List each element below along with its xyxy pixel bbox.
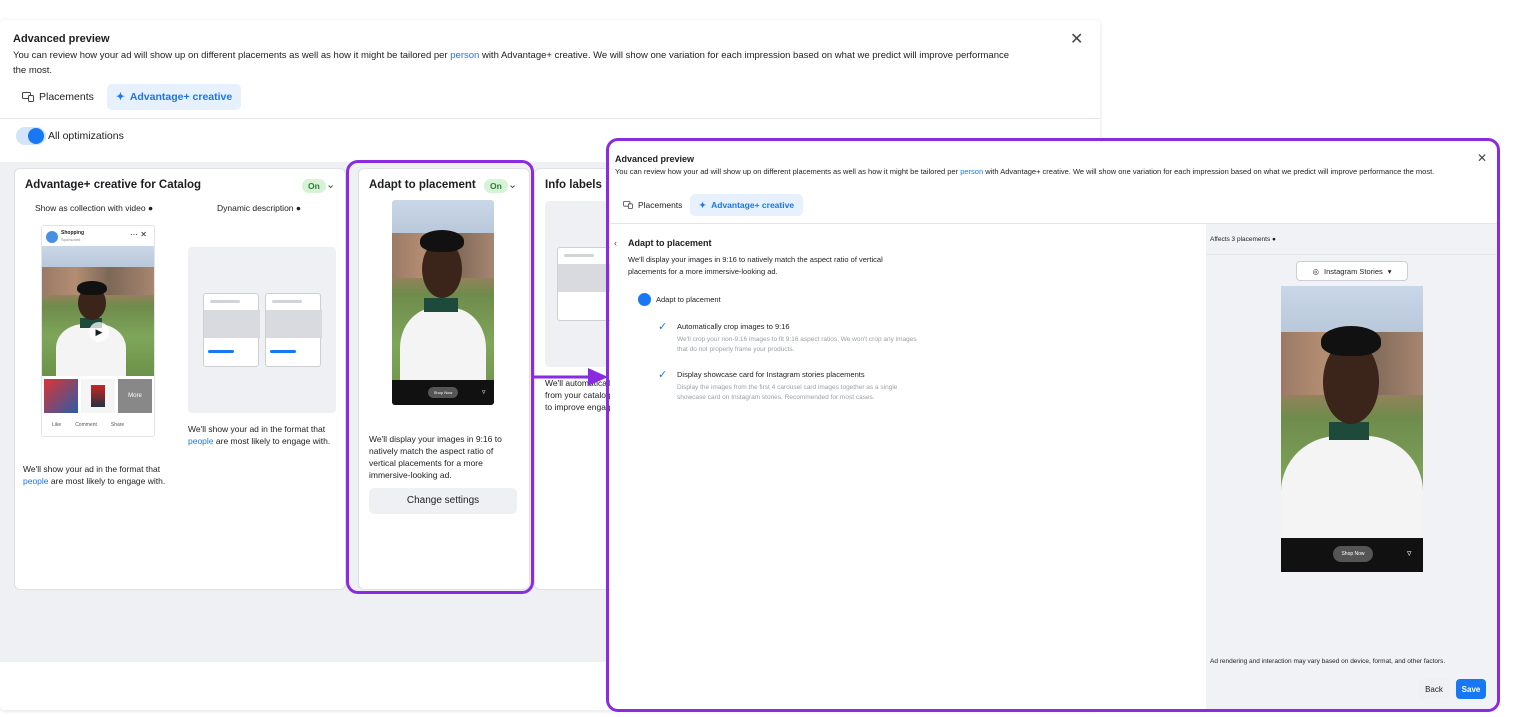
option-sub: We'll crop your non-9:16 images to fit 9… [677,336,917,353]
tab-label: Placements [39,91,94,103]
placements-icon [623,201,633,209]
reaction-share[interactable]: Share [111,422,124,428]
product-video: ▶ [42,246,154,376]
placement-select[interactable]: ◎ Instagram Stories ▾ [1296,261,1408,281]
sponsor-name: Shopping [61,230,85,236]
instagram-icon: ◎ [1312,266,1319,276]
status-badge: On [302,179,326,193]
product-tile-more: More [118,379,152,413]
divider [0,118,1100,119]
preview-pane: Affects 3 placements ● ◎ Instagram Stori… [1206,224,1497,709]
tab-advantage-creative[interactable]: ✦ Advantage+ creative [107,84,242,110]
checkbox-crop[interactable]: ✓ [658,320,667,333]
affects-label: Affects 3 placements ● [1210,236,1276,243]
more-icon: ⋯ ✕ [130,230,147,239]
radio-label: Adapt to placement [656,295,721,304]
card-title: Info labels [545,179,602,191]
info-icon: ● [295,203,302,213]
caret-down-icon: ▾ [1387,266,1392,276]
avatar [46,231,58,243]
shop-now-button[interactable]: Shop Now [1333,546,1373,562]
section-title: Adapt to placement [628,238,712,248]
advanced-preview-dialog: Advanced preview You can review how your… [610,142,1497,709]
play-icon[interactable]: ▶ [89,322,109,342]
divider [1206,254,1497,255]
person-link[interactable]: person [450,50,479,61]
card-description: We'll show your ad in the format that pe… [188,424,331,446]
radio-selected[interactable] [638,293,651,306]
tab-placements[interactable]: Placements [614,194,691,216]
back-button[interactable]: Back [1418,679,1450,699]
collection-preview: Shopping Sponsored ⋯ ✕ ▶ More Like Comme… [41,225,155,437]
panel-title: Advanced preview [13,33,110,45]
panel-description: You can review how your ad will show up … [13,50,1010,76]
arrow-icon [532,368,608,386]
dynamic-description-preview [188,247,336,413]
checkbox-showcase[interactable]: ✓ [658,368,667,381]
all-optimizations-toggle[interactable] [16,127,46,145]
save-button[interactable]: Save [1456,679,1486,699]
send-icon: ▿ [1407,548,1412,558]
tab-advantage-creative[interactable]: ✦ Advantage+ creative [690,194,804,216]
reactions-bar: Like Comment Share [52,422,124,428]
column-label: Show as collection with video ● [35,203,154,213]
product-tile [44,379,78,413]
reaction-like[interactable]: Like [52,422,61,428]
catalog-card: Advantage+ creative for Catalog On ⌄ Sho… [14,168,346,590]
placement-select-value: Instagram Stories [1324,266,1383,276]
tab-label: Placements [638,200,683,210]
tab-label: Advantage+ creative [711,200,795,210]
back-chevron-icon[interactable]: ‹ [614,238,617,248]
story-preview: Shop Now ▿ [1281,286,1423,572]
option-label: Display showcase card for Instagram stor… [677,370,865,379]
placements-icon [22,92,34,102]
close-icon[interactable]: ✕ [1070,32,1083,48]
option-label: Automatically crop images to 9:16 [677,322,790,331]
dialog-description: You can review how your ad will show up … [615,167,1435,176]
column-label: Dynamic description ● [217,203,302,213]
sponsor-sub: Sponsored [61,237,81,242]
option-sub: Display the images from the first 4 caro… [677,384,898,401]
tab-placements[interactable]: Placements [13,84,103,110]
reaction-comment[interactable]: Comment [75,422,97,428]
tab-label: Advantage+ creative [129,91,233,103]
card-title: Advantage+ creative for Catalog [25,179,202,191]
info-icon: ● [147,203,154,213]
sparkle-icon: ✦ [699,199,707,210]
dialog-title: Advanced preview [615,154,695,164]
info-icon: ● [1272,236,1276,243]
rendering-footnote: Ad rendering and interaction may vary ba… [1210,658,1446,665]
highlight-frame [346,160,534,594]
sparkle-icon: ✦ [116,91,125,103]
toggle-label: All optimizations [48,130,124,142]
chevron-down-icon[interactable]: ⌄ [326,178,335,191]
card-description: We'll show your ad in the format that pe… [23,464,166,486]
section-description: We'll display your images in 9:16 to nat… [628,255,883,276]
product-tile [81,379,115,413]
close-icon[interactable]: ✕ [1477,152,1487,164]
person-link[interactable]: person [960,167,983,176]
